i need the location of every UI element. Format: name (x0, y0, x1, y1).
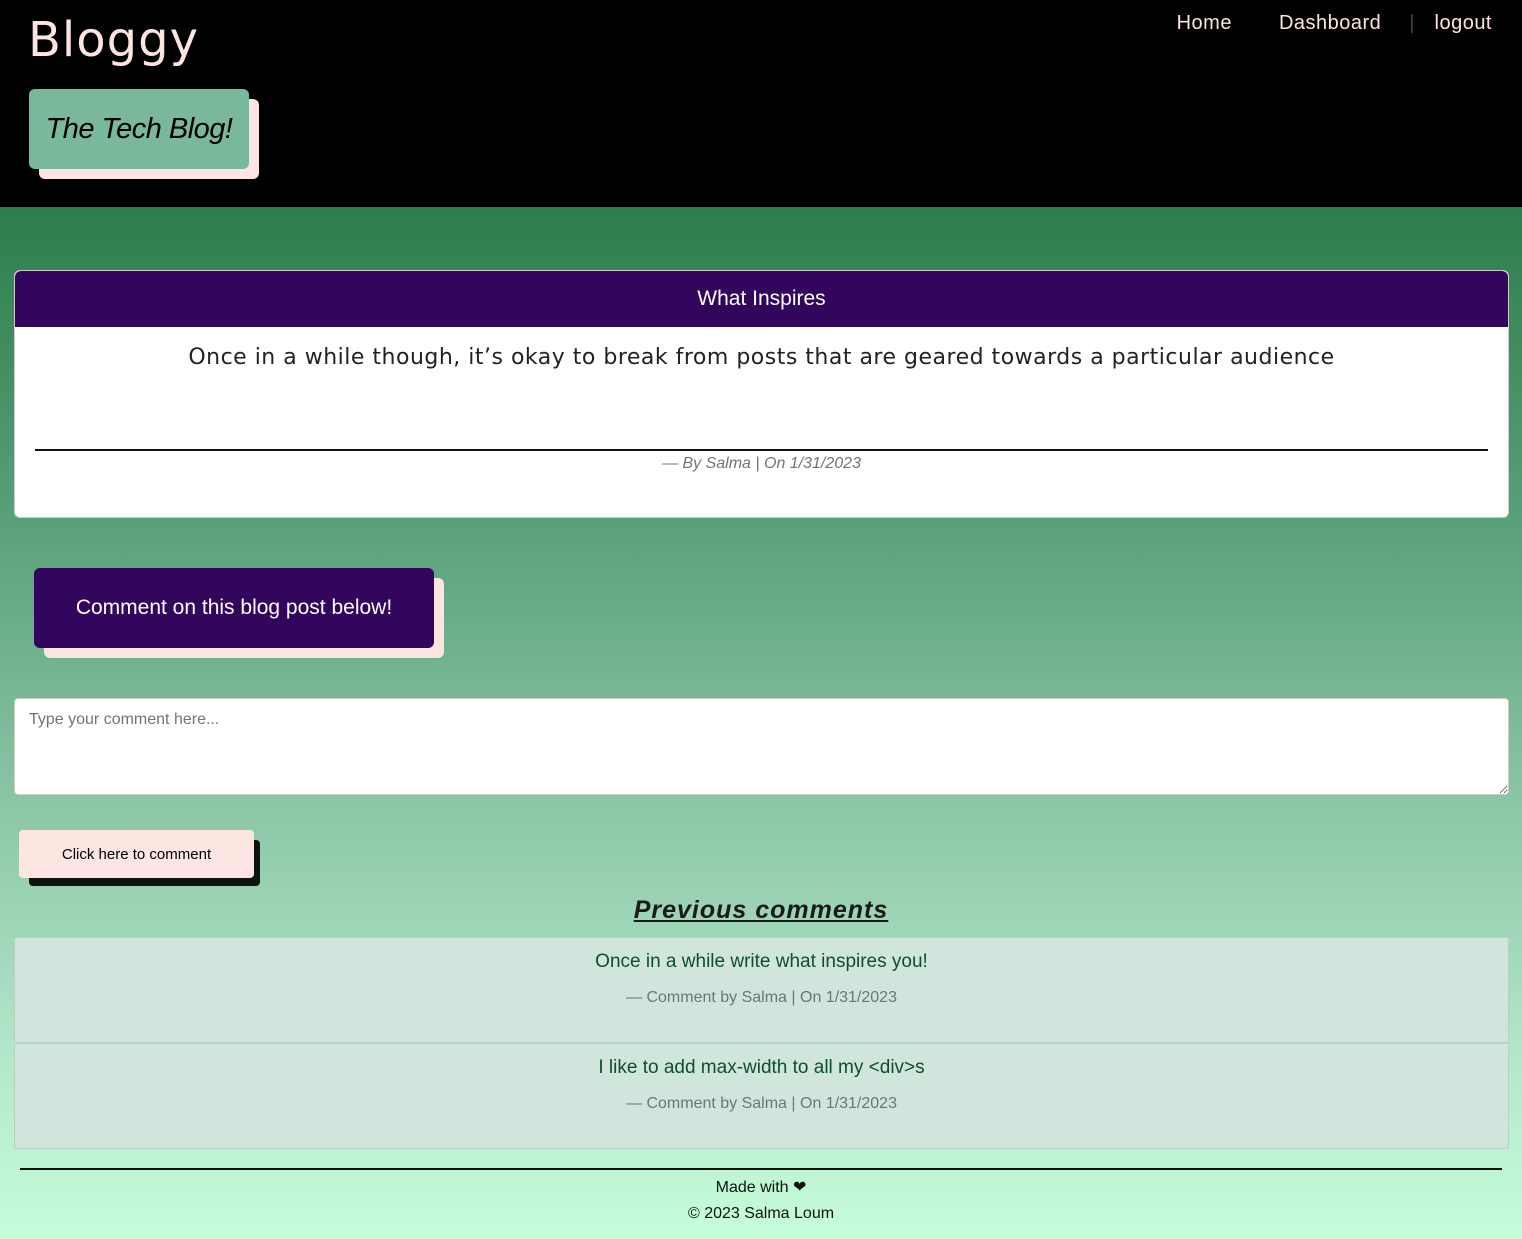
site-footer: Made with ❤ © 2023 Salma Loum (20, 1168, 1502, 1223)
previous-comments-heading: Previous comments (633, 896, 889, 924)
nav-dashboard-link[interactable]: Dashboard (1279, 12, 1381, 35)
site-header: Bloggy The Tech Blog! Home Dashboard | l… (0, 0, 1522, 207)
post-body: Once in a while though, it’s okay to bre… (188, 345, 1335, 370)
comment-input[interactable] (14, 698, 1509, 795)
comment-banner: Comment on this blog post below! (34, 568, 434, 648)
brand-logo[interactable]: Bloggy (28, 12, 199, 68)
nav-separator: | (1409, 12, 1415, 34)
comment-text: Once in a while write what inspires you! (595, 951, 928, 972)
copyright-text: © 2023 Salma Loum (687, 1205, 835, 1222)
post-meta: — By Salma | On 1/31/2023 (662, 455, 861, 472)
comment-item: I like to add max-width to all my <div>s… (14, 1043, 1509, 1149)
nav-logout-link[interactable]: logout (1435, 12, 1493, 35)
comment-meta: — Comment by Salma | On 1/31/2023 (626, 989, 897, 1006)
post-divider (35, 449, 1488, 451)
tagline: The Tech Blog! (29, 89, 249, 169)
post-title: What Inspires (15, 271, 1508, 327)
comment-text: I like to add max-width to all my <div>s (598, 1057, 925, 1078)
comment-meta: — Comment by Salma | On 1/31/2023 (626, 1095, 897, 1112)
submit-comment-button[interactable]: Click here to comment (19, 830, 254, 878)
comment-item: Once in a while write what inspires you!… (14, 937, 1509, 1043)
made-with-text: Made with ❤ (715, 1179, 807, 1196)
nav-home-link[interactable]: Home (1177, 12, 1232, 35)
post-card: What Inspires Once in a while though, it… (14, 270, 1509, 518)
main-nav: Home Dashboard | logout (1177, 12, 1492, 35)
